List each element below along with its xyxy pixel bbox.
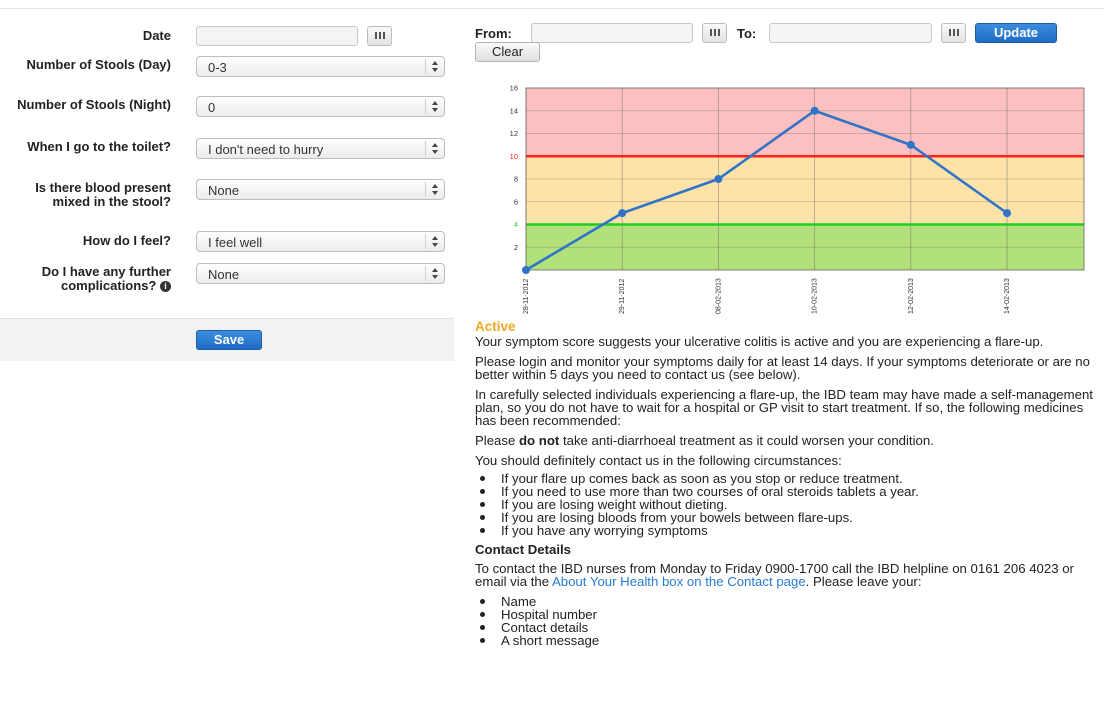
chart-data-point (1003, 209, 1012, 218)
result-paragraph-2: Please login and monitor your symptoms d… (475, 354, 1090, 382)
blood-value: None (208, 183, 240, 198)
result-paragraph-1: Your symptom score suggests your ulcerat… (475, 334, 1044, 349)
to-label: To: (737, 26, 757, 41)
p4-pre: Please (475, 433, 519, 448)
save-bar: Save (0, 318, 454, 361)
to-calendar-button[interactable] (941, 23, 966, 43)
chart-xtick-label: 12-02-2013 (908, 278, 915, 314)
chart-band (526, 88, 1084, 157)
contact-heading: Contact Details (475, 542, 571, 557)
date-label: Date (142, 28, 171, 43)
chart-band (526, 156, 1084, 225)
chart-xtick-label: 08-02-2013 (715, 278, 722, 314)
contact-post: . Please leave your: (805, 574, 922, 589)
chart-ytick-label: 12 (510, 129, 518, 138)
status-heading: Active (475, 319, 516, 334)
result-paragraph-5: You should definitely contact us in the … (475, 453, 842, 468)
toilet-value: I don't need to hurry (208, 142, 324, 157)
blood-select[interactable]: None (196, 179, 445, 200)
calendar-icon (375, 32, 385, 39)
save-button[interactable]: Save (196, 330, 262, 350)
top-divider (0, 8, 1104, 9)
feel-select[interactable]: I feel well (196, 231, 445, 252)
stools-night-label: Number of Stools (Night) (17, 97, 171, 112)
chart-data-point (714, 175, 723, 183)
chart-ytick-label: 2 (514, 243, 518, 252)
list-item: A short message (480, 634, 1095, 647)
feel-value: I feel well (208, 235, 263, 250)
chart-ytick-label: 16 (510, 84, 518, 93)
complications-label-wrap: Do I have any further complications? i (1, 265, 171, 293)
updown-arrows-icon (425, 59, 444, 74)
toilet-select[interactable]: I don't need to hurry (196, 138, 445, 159)
updown-arrows-icon (425, 182, 444, 197)
chart-ytick-label: 10 (510, 152, 518, 161)
stools-day-select[interactable]: 0-3 (196, 56, 445, 77)
p4-post: take anti-diarrhoeal treatment as it cou… (559, 433, 934, 448)
from-date-input[interactable] (531, 23, 693, 43)
from-calendar-button[interactable] (702, 23, 727, 43)
blood-label: Is there blood present mixed in the stoo… (35, 180, 171, 209)
info-icon[interactable]: i (160, 281, 171, 293)
list-item: If you have any worrying symptoms (480, 524, 1095, 537)
chart-ytick-label: 14 (510, 106, 518, 115)
chart-data-point (618, 209, 627, 218)
complications-select[interactable]: None (196, 263, 445, 284)
to-date-input[interactable] (769, 23, 932, 43)
stools-day-value: 0-3 (208, 60, 227, 75)
complications-value: None (208, 267, 240, 282)
feel-label: How do I feel? (82, 233, 171, 248)
complications-label: Do I have any further complications? (41, 264, 171, 293)
list-item: Hospital number (480, 608, 1095, 621)
chart-data-point (522, 266, 530, 274)
result-paragraph-4: Please do not take anti-diarrhoeal treat… (475, 434, 1095, 447)
contact-page-link[interactable]: About Your Health box on the Contact pag… (552, 574, 806, 589)
date-input[interactable] (196, 26, 358, 46)
stools-night-select[interactable]: 0 (196, 96, 445, 117)
chart-xtick-label: 10-02-2013 (812, 278, 819, 314)
toilet-label: When I go to the toilet? (27, 139, 171, 154)
p4-bold: do not (519, 433, 560, 448)
chart-data-point (906, 140, 915, 149)
stools-day-label: Number of Stools (Day) (26, 57, 171, 72)
contact-paragraph: To contact the IBD nurses from Monday to… (475, 562, 1095, 588)
leave-details-list: Name Hospital number Contact details A s… (475, 595, 1095, 647)
circumstances-list: If your flare up comes back as soon as y… (475, 472, 1095, 537)
chart-ytick-label: 4 (514, 220, 518, 229)
calendar-icon (710, 29, 720, 36)
date-calendar-button[interactable] (367, 26, 392, 46)
symptom-score-chart: 2 4 6 8 10 12 14 16 28-11-2012 29-11-2012 08-02-20… (510, 84, 1085, 314)
chart-data-point (810, 106, 819, 115)
chart-xtick-label: 28-11-2012 (523, 279, 530, 314)
clear-button[interactable]: Clear (475, 42, 540, 62)
updown-arrows-icon (425, 141, 444, 156)
stools-night-value: 0 (208, 100, 216, 115)
from-label: From: (475, 26, 512, 41)
updown-arrows-icon (425, 234, 444, 249)
chart-xtick-label: 29-11-2012 (619, 279, 626, 314)
result-panel: Active Your symptom score suggests your … (475, 320, 1095, 653)
updown-arrows-icon (425, 266, 444, 281)
update-button[interactable]: Update (975, 23, 1057, 43)
chart-xtick-label: 14-02-2013 (1004, 278, 1011, 314)
chart-ytick-label: 8 (514, 175, 518, 184)
chart-ytick-label: 6 (514, 197, 518, 206)
calendar-icon (949, 29, 959, 36)
updown-arrows-icon (425, 99, 444, 114)
result-paragraph-3: In carefully selected individuals experi… (475, 387, 1093, 428)
